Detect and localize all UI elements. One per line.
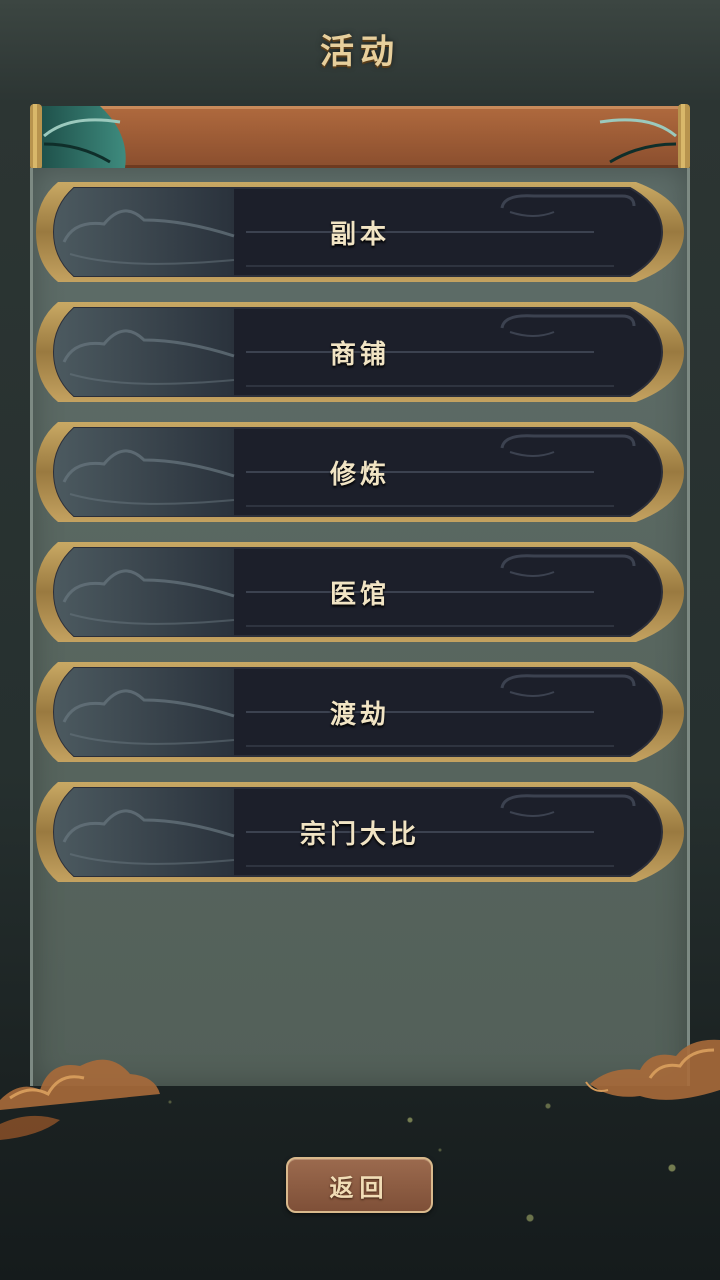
menu-item-label: 商铺 bbox=[329, 339, 390, 370]
menu-item-tribulation[interactable]: 渡劫 bbox=[34, 660, 686, 764]
menu-item-label: 医馆 bbox=[329, 579, 390, 610]
menu-item-dungeon[interactable]: 副本 bbox=[34, 180, 686, 284]
menu-item-cultivation[interactable]: 修炼 bbox=[34, 420, 686, 524]
menu-item-label: 宗门大比 bbox=[299, 819, 420, 850]
menu-item-clinic[interactable]: 医馆 bbox=[34, 540, 686, 644]
menu-item-label: 修炼 bbox=[329, 459, 390, 490]
back-button[interactable]: 返回 bbox=[286, 1157, 433, 1213]
scroll-roller-left-icon bbox=[30, 104, 42, 170]
menu-item-label: 渡劫 bbox=[329, 699, 390, 730]
menu-item-label: 副本 bbox=[329, 219, 390, 250]
menu-item-sect-tournament[interactable]: 宗门大比 bbox=[34, 780, 686, 884]
menu-item-shop[interactable]: 商铺 bbox=[34, 300, 686, 404]
page-title: 活动 bbox=[320, 32, 400, 72]
scroll-roller-right-icon bbox=[678, 104, 690, 170]
activity-menu-list: 副本 商铺 修炼 医馆 渡劫 宗门大比 bbox=[34, 180, 686, 900]
scroll-header bbox=[30, 104, 690, 170]
